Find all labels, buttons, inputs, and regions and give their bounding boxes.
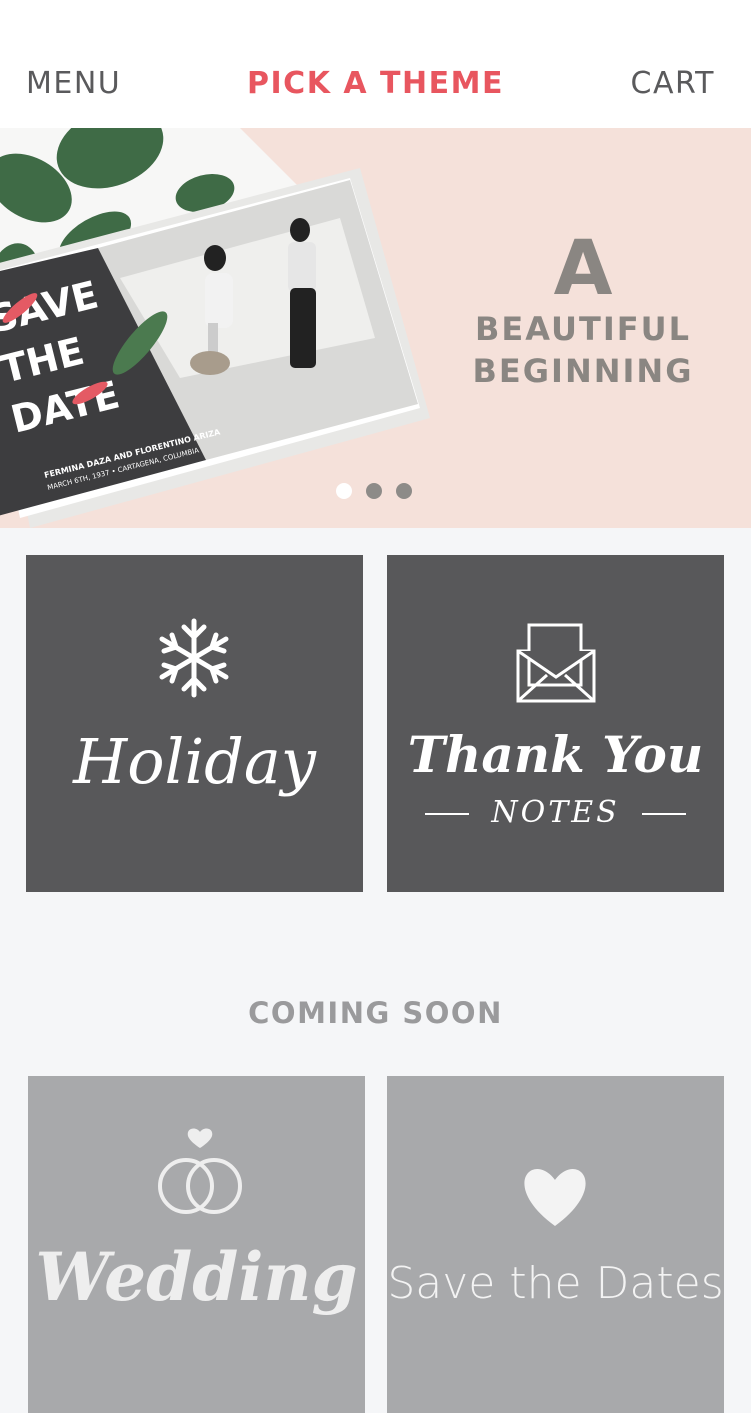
menu-button[interactable]: MENU — [26, 66, 121, 101]
notes-sublabel: NOTES — [387, 795, 724, 830]
carousel-pagination — [336, 483, 412, 499]
hero-headline: A BEAUTIFUL BEGINNING — [468, 228, 698, 392]
envelope-icon — [516, 623, 596, 703]
page-title-text: PICK A THEME — [247, 66, 504, 101]
hero-carousel[interactable]: SAVE THE DATE FERMINA DAZA AND FLORENTIN… — [0, 128, 751, 528]
save-the-dates-label: Save the Dates — [387, 1258, 724, 1309]
hero-headline-a: A — [553, 223, 613, 312]
theme-tile-wedding: Wedding — [28, 1076, 365, 1413]
carousel-dot-3[interactable] — [396, 483, 412, 499]
theme-tile-thank-you[interactable]: Thank You NOTES — [387, 555, 724, 892]
thank-you-label: Thank You — [407, 725, 704, 784]
wedding-label: Wedding — [35, 1238, 358, 1316]
hero-subline-2: BEGINNING — [472, 352, 694, 390]
carousel-dot-2[interactable] — [366, 483, 382, 499]
hero-subline-1: BEAUTIFUL — [475, 310, 691, 348]
theme-tile-holiday[interactable]: Holiday — [26, 555, 363, 892]
coming-soon-heading: COMING SOON — [248, 996, 503, 1030]
heart-icon — [524, 1169, 586, 1226]
cart-button[interactable]: CART — [631, 66, 715, 101]
top-nav-bar: MENU PICK A THEME CART — [0, 0, 751, 128]
holiday-label: Holiday — [73, 725, 316, 798]
theme-tile-save-the-dates: Save the Dates — [387, 1076, 724, 1413]
snowflake-icon — [159, 618, 229, 698]
carousel-dot-1[interactable] — [336, 483, 352, 499]
